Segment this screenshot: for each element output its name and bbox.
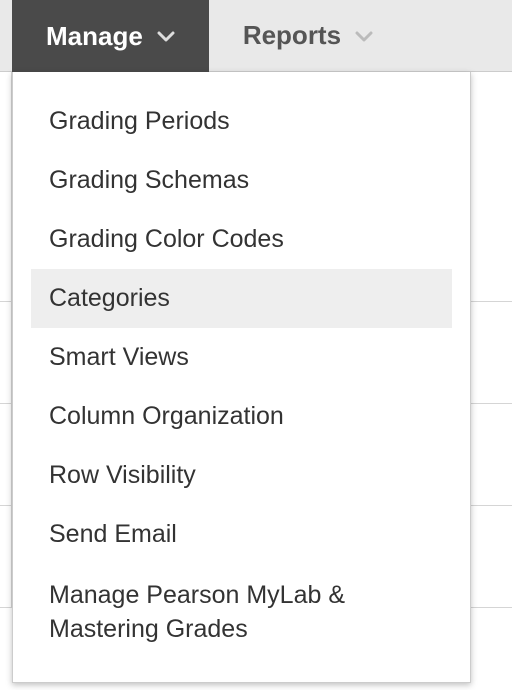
menu-item-label: Grading Color Codes bbox=[49, 225, 284, 253]
menu-item-categories[interactable]: Categories bbox=[31, 269, 452, 328]
menu-item-label: Send Email bbox=[49, 520, 177, 548]
menu-item-label: Row Visibility bbox=[49, 461, 196, 489]
bg-left-cell bbox=[0, 506, 12, 607]
bg-left-cell bbox=[0, 404, 12, 505]
reports-tab-label: Reports bbox=[243, 20, 341, 51]
menu-item-label: Manage Pearson MyLab & Mastering Grades bbox=[49, 581, 345, 643]
menu-inner: Grading Periods Grading Schemas Grading … bbox=[13, 72, 470, 682]
menu-item-grading-periods[interactable]: Grading Periods bbox=[31, 92, 452, 151]
top-tab-bar: Manage Reports bbox=[0, 0, 512, 72]
menu-item-label: Categories bbox=[49, 284, 170, 312]
reports-tab[interactable]: Reports bbox=[209, 0, 512, 72]
menu-item-label: Grading Schemas bbox=[49, 166, 249, 194]
manage-tab[interactable]: Manage bbox=[12, 0, 209, 72]
chevron-down-icon bbox=[157, 30, 175, 42]
manage-dropdown-menu: Grading Periods Grading Schemas Grading … bbox=[12, 72, 471, 683]
menu-item-manage-pearson[interactable]: Manage Pearson MyLab & Mastering Grades bbox=[31, 564, 452, 662]
menu-item-label: Grading Periods bbox=[49, 107, 230, 135]
menu-item-column-organization[interactable]: Column Organization bbox=[31, 387, 452, 446]
menu-item-label: Column Organization bbox=[49, 402, 284, 430]
menu-item-smart-views[interactable]: Smart Views bbox=[31, 328, 452, 387]
bg-left-cell bbox=[0, 302, 12, 403]
chevron-down-icon bbox=[355, 30, 373, 42]
menu-item-grading-schemas[interactable]: Grading Schemas bbox=[31, 151, 452, 210]
menu-item-send-email[interactable]: Send Email bbox=[31, 505, 452, 564]
bg-left-cell bbox=[0, 72, 12, 301]
manage-tab-label: Manage bbox=[46, 21, 143, 52]
menu-item-grading-color-codes[interactable]: Grading Color Codes bbox=[31, 210, 452, 269]
content-area: Grading Periods Grading Schemas Grading … bbox=[0, 72, 512, 690]
menu-item-row-visibility[interactable]: Row Visibility bbox=[31, 446, 452, 505]
tab-bar-left-spacer bbox=[0, 0, 12, 72]
menu-item-label: Smart Views bbox=[49, 343, 189, 371]
